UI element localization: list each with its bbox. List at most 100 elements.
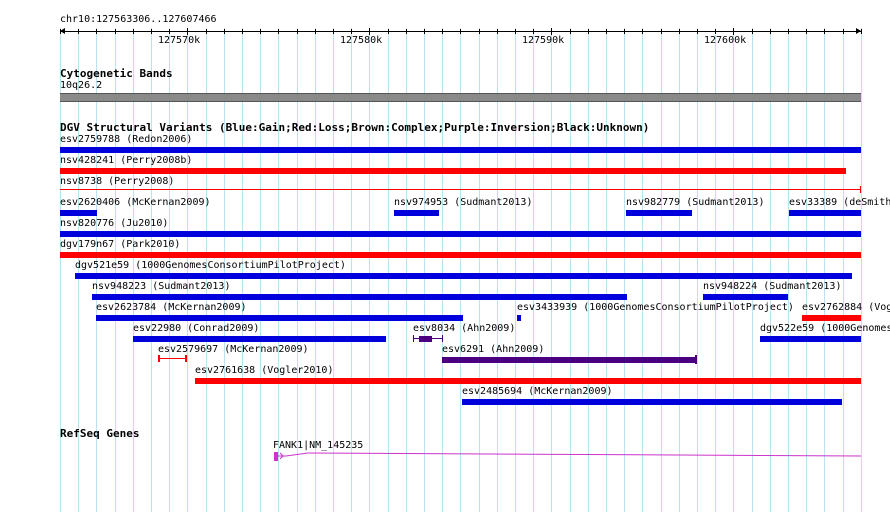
variant-label: esv8034 (Ahn2009) xyxy=(413,323,516,334)
variant-label: esv2623784 (McKernan2009) xyxy=(96,302,247,313)
dgv-track-title: DGV Structural Variants (Blue:Gain;Red:L… xyxy=(60,121,650,134)
ruler-tick xyxy=(315,29,316,34)
variant-bar-loss[interactable] xyxy=(60,168,846,174)
ruler-tick xyxy=(60,29,61,34)
variant-label: esv2762884 (Vog xyxy=(802,302,890,313)
variant-bar-gain[interactable] xyxy=(60,231,861,237)
ruler-tick xyxy=(206,29,207,34)
variant-bar-end-cap xyxy=(413,335,414,342)
variant-label: dgv521e59 (1000GenomesConsortiumPilotPro… xyxy=(75,260,346,271)
ruler-tick xyxy=(806,29,807,34)
variant-bar-end-cap xyxy=(695,355,697,364)
variant-bar-gain[interactable] xyxy=(60,147,861,153)
variant-bar-end-cap xyxy=(860,186,861,193)
ruler-tick xyxy=(424,29,425,34)
ruler-range-label: chr10:127563306..127607466 xyxy=(60,14,217,25)
grid-line xyxy=(861,28,862,512)
ruler-tick xyxy=(624,29,625,34)
ruler-tick xyxy=(260,29,261,34)
ruler-tick xyxy=(278,29,279,34)
ruler-tick xyxy=(715,29,716,34)
ruler-tick xyxy=(788,29,789,34)
ruler-tick xyxy=(96,29,97,34)
variant-label: nsv428241 (Perry2008b) xyxy=(60,155,193,166)
variant-label: nsv974953 (Sudmant2013) xyxy=(394,197,533,208)
variant-label: nsv948224 (Sudmant2013) xyxy=(703,281,842,292)
variant-bar-loss[interactable] xyxy=(60,252,861,258)
ruler-tick xyxy=(606,29,607,34)
variant-bar-gain[interactable] xyxy=(462,399,842,405)
variant-bar-gain[interactable] xyxy=(789,210,861,216)
variant-bar-gain[interactable] xyxy=(760,336,861,342)
ruler-tick xyxy=(242,29,243,34)
ruler-tick xyxy=(169,29,170,34)
variant-label: esv3433939 (1000GenomesConsortiumPilotPr… xyxy=(517,302,794,313)
variant-bar-gain[interactable] xyxy=(60,210,97,216)
ruler-tick xyxy=(515,29,516,34)
ruler-tick xyxy=(406,29,407,34)
variant-bar-gain[interactable] xyxy=(394,210,439,216)
ruler-tick xyxy=(733,28,734,35)
variant-bar-loss[interactable] xyxy=(802,315,861,321)
ruler-tick xyxy=(187,28,188,35)
variant-label: dgv522e59 (1000Genomes xyxy=(760,323,890,334)
variant-label: esv6291 (Ahn2009) xyxy=(442,344,545,355)
ruler-tick xyxy=(351,29,352,34)
variant-label: esv2485694 (McKernan2009) xyxy=(462,386,613,397)
ruler-tick xyxy=(442,29,443,34)
variant-label: esv33389 (deSmith xyxy=(789,197,890,208)
variant-bar-gain[interactable] xyxy=(96,315,463,321)
ruler-tick xyxy=(770,29,771,34)
variant-bar-gain[interactable] xyxy=(133,336,386,342)
variant-bar-gain[interactable] xyxy=(92,294,627,300)
variant-bar-end-cap xyxy=(185,355,187,362)
variant-bar-loss[interactable] xyxy=(60,189,861,190)
ruler-tick xyxy=(570,29,571,34)
ruler-tick xyxy=(224,29,225,34)
variant-label: nsv820776 (Ju2010) xyxy=(60,218,169,229)
ruler-tick xyxy=(824,29,825,34)
variant-bar-gain[interactable] xyxy=(517,315,521,321)
cytoband-label: 10q26.2 xyxy=(60,80,103,91)
variant-label: dgv179n67 (Park2010) xyxy=(60,239,181,250)
variant-bar-inversion[interactable] xyxy=(419,336,432,342)
variant-bar-gain[interactable] xyxy=(626,210,692,216)
ruler-tick xyxy=(679,29,680,34)
ruler-tick-label: 127590k xyxy=(522,35,565,46)
ruler-tick xyxy=(479,29,480,34)
variant-bar-loss[interactable] xyxy=(195,378,861,384)
ruler-tick xyxy=(861,29,862,34)
variant-label: esv2761638 (Vogler2010) xyxy=(195,365,334,376)
variant-label: esv22980 (Conrad2009) xyxy=(133,323,260,334)
ruler-tick xyxy=(533,29,534,34)
variant-bar-gain[interactable] xyxy=(703,294,788,300)
variant-bar-gain[interactable] xyxy=(75,273,852,279)
variant-label: nsv948223 (Sudmant2013) xyxy=(92,281,231,292)
variant-label: nsv982779 (Sudmant2013) xyxy=(626,197,765,208)
variant-bar-inversion[interactable] xyxy=(442,357,697,363)
ruler-tick xyxy=(588,29,589,34)
ruler-tick xyxy=(661,29,662,34)
variant-bar-end-cap xyxy=(158,355,160,362)
ruler-tick xyxy=(333,29,334,34)
variant-label: esv2579697 (McKernan2009) xyxy=(158,344,309,355)
ruler-tick xyxy=(752,29,753,34)
ruler-tick xyxy=(697,29,698,34)
ruler-tick-label: 127600k xyxy=(704,35,747,46)
variant-bar-end-cap xyxy=(442,335,443,342)
ruler-tick-label: 127580k xyxy=(340,35,383,46)
cytoband-bar[interactable] xyxy=(60,93,861,102)
gene-intron-line[interactable] xyxy=(278,450,862,464)
ruler-tick xyxy=(133,29,134,34)
ruler-tick xyxy=(388,29,389,34)
refseq-track-title: RefSeq Genes xyxy=(60,427,140,440)
ruler-tick-label: 127570k xyxy=(158,35,201,46)
variant-label: esv2759788 (Redon2006) xyxy=(60,134,193,145)
ruler-tick xyxy=(497,29,498,34)
ruler-tick xyxy=(843,29,844,34)
variant-bar-loss[interactable] xyxy=(158,358,186,359)
ruler-tick xyxy=(369,28,370,35)
genome-browser-view: chr10:127563306..127607466 127570k 12758… xyxy=(0,0,890,512)
ruler-tick xyxy=(551,28,552,35)
ruler-tick xyxy=(78,29,79,34)
